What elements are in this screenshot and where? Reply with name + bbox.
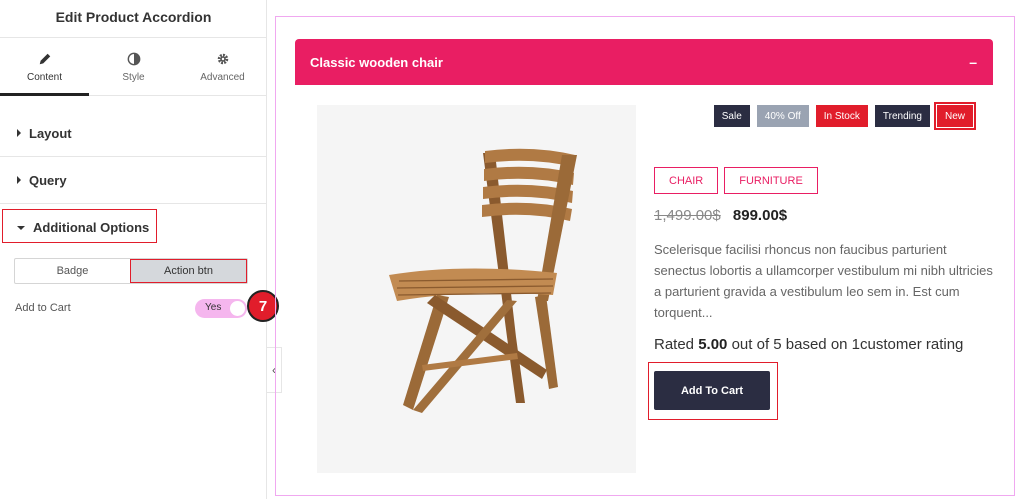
rating-suffix: out of 5 based on 1customer rating	[731, 336, 964, 353]
product-badges: Sale 40% Off In Stock Trending New	[713, 102, 977, 130]
toggle-text: Yes	[205, 302, 222, 313]
badge-in-stock: In Stock	[815, 105, 868, 127]
widget-preview: Classic wooden chair – Sale 40% Off In S…	[275, 16, 1015, 496]
accordion-title: Classic wooden chair	[310, 54, 443, 70]
tab-advanced-label: Advanced	[200, 72, 245, 83]
add-to-cart-button[interactable]: Add To Cart	[654, 371, 770, 410]
section-additional-options[interactable]: Additional Options	[0, 204, 267, 251]
badge-trending: Trending	[874, 105, 930, 127]
add-to-cart-label: Add to Cart	[15, 302, 71, 314]
pencil-icon	[39, 53, 50, 65]
product-description: Scelerisque facilisi rhoncus non faucibu…	[654, 242, 993, 320]
tab-content-label: Content	[26, 72, 63, 83]
product-rating: Rated 5.00 out of 5 based on 1customer r…	[654, 336, 963, 353]
badge-action-switcher: Badge Action btn	[14, 258, 248, 284]
add-to-cart-toggle[interactable]: Yes	[195, 299, 247, 318]
toggle-knob	[230, 301, 245, 316]
segment-action-btn[interactable]: Action btn	[130, 259, 247, 283]
product-image	[317, 105, 636, 473]
badge-discount: 40% Off	[756, 105, 809, 127]
tab-style[interactable]: Style	[89, 40, 178, 95]
accordion-header[interactable]: Classic wooden chair –	[295, 39, 993, 85]
section-query[interactable]: Query	[0, 157, 267, 204]
caret-right-icon	[17, 129, 21, 137]
section-layout-label: Layout	[29, 125, 72, 141]
badge-new: New	[933, 102, 977, 130]
wooden-chair-image	[389, 148, 577, 413]
panel-title: Edit Product Accordion	[0, 0, 267, 38]
section-additional-options-label: Additional Options	[33, 220, 150, 235]
tab-content[interactable]: Content	[0, 40, 89, 96]
badge-sale: Sale	[713, 105, 750, 127]
section-query-label: Query	[29, 172, 67, 188]
segment-badge[interactable]: Badge	[15, 259, 130, 283]
product-price: 1,499.00$ 899.00$	[654, 207, 787, 224]
tab-advanced[interactable]: Advanced	[178, 40, 267, 95]
sale-price: 899.00$	[732, 207, 788, 224]
collapse-icon: –	[969, 54, 977, 70]
editor-screen: Edit Product Accordion Content Style Adv…	[0, 0, 1024, 499]
gear-icon	[217, 53, 228, 65]
category-tag[interactable]: FURNITURE	[724, 167, 818, 194]
product-categories: CHAIR FURNITURE	[654, 167, 818, 194]
caret-right-icon	[17, 176, 21, 184]
editor-panel: Edit Product Accordion Content Style Adv…	[0, 0, 279, 499]
panel-tabs: Content Style Advanced	[0, 40, 267, 96]
section-layout[interactable]: Layout	[0, 110, 267, 157]
tab-style-label: Style	[122, 72, 145, 83]
contrast-icon	[127, 52, 140, 66]
caret-down-icon	[17, 225, 25, 230]
rating-prefix: Rated	[654, 336, 695, 353]
category-tag[interactable]: CHAIR	[654, 167, 719, 194]
old-price: 1,499.00$	[654, 207, 721, 224]
rating-value: 5.00	[698, 336, 728, 353]
